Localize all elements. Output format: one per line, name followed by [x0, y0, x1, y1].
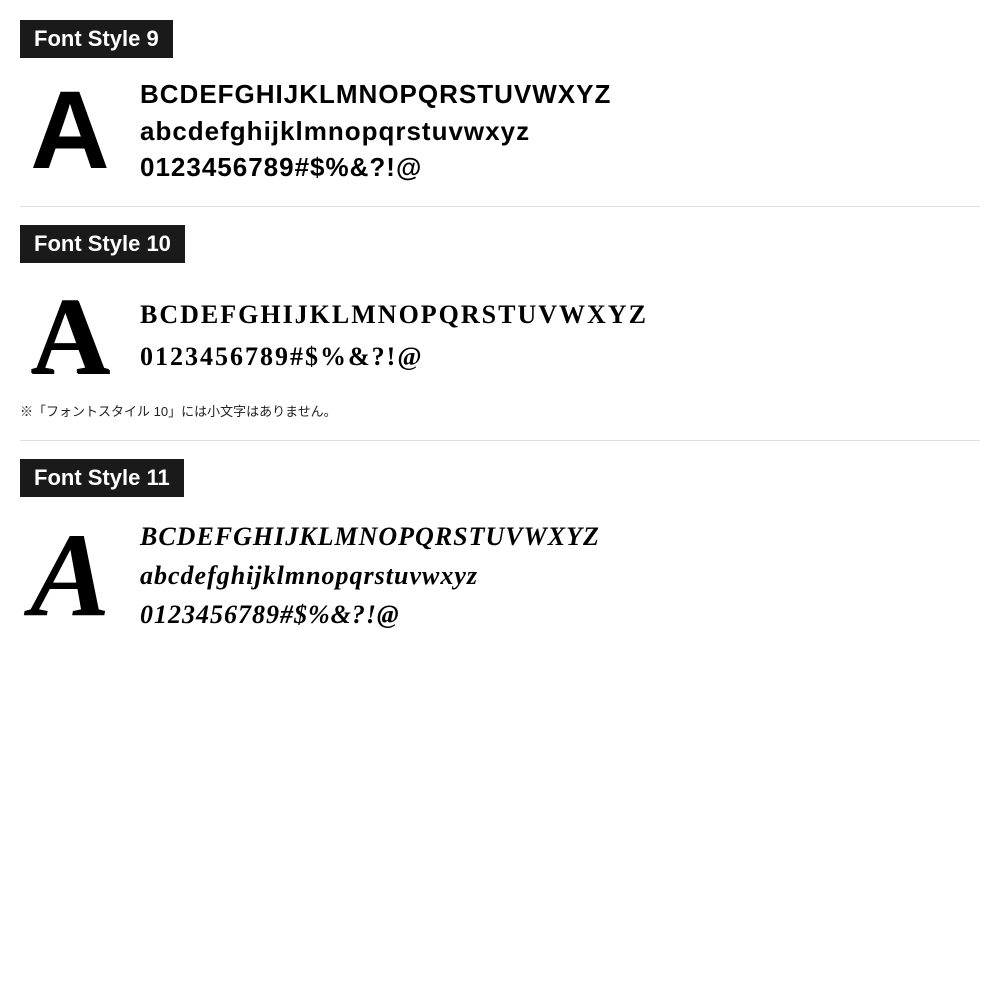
- font-style-10-demo: A BCDEFGHIJKLMNOPQRSTUVWXYZ 0123456789#$…: [20, 281, 980, 391]
- font-style-10-label: Font Style 10: [20, 225, 185, 263]
- font-style-11-line-2: abcdefghijklmnopqrstuvwxyz: [140, 556, 600, 595]
- font-style-11-label: Font Style 11: [20, 459, 184, 497]
- font-style-9-section: Font Style 9 A BCDEFGHIJKLMNOPQRSTUVWXYZ…: [20, 20, 980, 186]
- font-style-9-line-1: BCDEFGHIJKLMNOPQRSTUVWXYZ: [140, 76, 611, 112]
- divider-1: [20, 206, 980, 207]
- font-style-11-demo: A BCDEFGHIJKLMNOPQRSTUVWXYZ abcdefghijkl…: [20, 515, 980, 635]
- font-style-10-line-2: 0123456789#$%&?!@: [140, 336, 648, 378]
- font-style-9-big-letter: A: [20, 76, 120, 186]
- font-style-10-line-1: BCDEFGHIJKLMNOPQRSTUVWXYZ: [140, 294, 648, 336]
- font-style-9-line-3: 0123456789#$%&?!@: [140, 149, 611, 185]
- font-style-11-chars: BCDEFGHIJKLMNOPQRSTUVWXYZ abcdefghijklmn…: [140, 517, 600, 634]
- font-style-9-line-2: abcdefghijklmnopqrstuvwxyz: [140, 113, 611, 149]
- divider-2: [20, 440, 980, 441]
- font-style-10-big-letter: A: [20, 281, 120, 391]
- font-style-9-chars: BCDEFGHIJKLMNOPQRSTUVWXYZ abcdefghijklmn…: [140, 76, 611, 185]
- font-style-11-section: Font Style 11 A BCDEFGHIJKLMNOPQRSTUVWXY…: [20, 459, 980, 635]
- font-style-10-note: ※「フォントスタイル 10」には小文字はありません。: [20, 401, 980, 420]
- font-style-9-label: Font Style 9: [20, 20, 173, 58]
- font-style-10-chars: BCDEFGHIJKLMNOPQRSTUVWXYZ 0123456789#$%&…: [140, 294, 648, 377]
- font-style-11-big-letter: A: [20, 515, 120, 635]
- page-container: Font Style 9 A BCDEFGHIJKLMNOPQRSTUVWXYZ…: [0, 0, 1000, 1000]
- font-style-11-line-3: 0123456789#$%&?!@: [140, 595, 600, 634]
- font-style-10-section: Font Style 10 A BCDEFGHIJKLMNOPQRSTUVWXY…: [20, 225, 980, 420]
- font-style-9-demo: A BCDEFGHIJKLMNOPQRSTUVWXYZ abcdefghijkl…: [20, 76, 980, 186]
- font-style-11-line-1: BCDEFGHIJKLMNOPQRSTUVWXYZ: [140, 517, 600, 556]
